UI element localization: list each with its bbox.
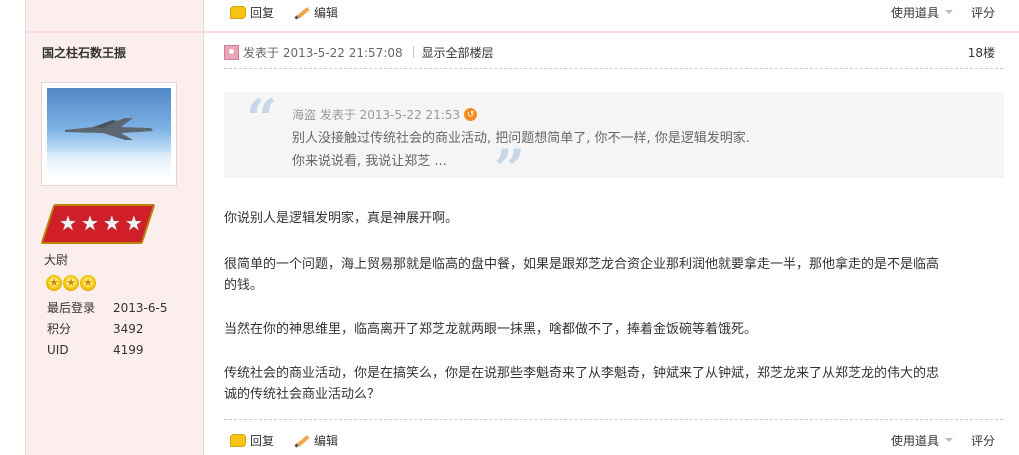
- post-paragraph: 当然在你的神思维里，临高离开了郑芝龙就两眼一抹黑，啥都做不了，捧着金饭碗等着饿死…: [224, 322, 758, 337]
- post-paragraph: 很简单的一个问题，海上贸易那就是临高的盘中餐，如果是跟郑芝龙合资企业那利润他就要…: [224, 257, 940, 272]
- edit-label: 编辑: [314, 5, 339, 20]
- star-icon: ★: [80, 211, 99, 235]
- stat-key: 积分: [47, 322, 72, 336]
- edit-label: 编辑: [314, 433, 339, 448]
- reply-button[interactable]: 回复: [230, 4, 274, 21]
- rank-badge-stars: ★ ★ ★ ★: [59, 211, 143, 235]
- rank-title[interactable]: 大尉: [44, 251, 68, 268]
- jet-icon: [65, 118, 153, 140]
- post-paragraph: 你说别人是逻辑发明家，真是神展开啊。: [224, 211, 459, 226]
- user-panel: 国之柱石数王振 ★ ★ ★ ★ 大尉 ★ ★ ★ 最后登录 2013-6-5 积…: [25, 0, 204, 455]
- star-icon: ★: [80, 275, 96, 291]
- show-all-floors-link[interactable]: 显示全部楼层: [422, 44, 494, 61]
- reply-icon: [230, 433, 246, 447]
- reply-icon: [230, 5, 246, 19]
- username[interactable]: 国之柱石数王振: [42, 44, 126, 61]
- star-icon: ★: [46, 275, 62, 291]
- edit-button[interactable]: 编辑: [294, 432, 338, 449]
- pencil-icon: [294, 433, 310, 447]
- floor-number[interactable]: 18楼: [968, 44, 995, 61]
- quote-block: “ 海盗 发表于 2013-5-22 21:53 ↺ 别人没接触过传统社会的商业…: [224, 87, 1004, 196]
- chevron-down-icon[interactable]: [944, 438, 953, 442]
- stat-key: UID: [47, 342, 69, 357]
- separator: [412, 46, 414, 58]
- avatar[interactable]: [41, 82, 177, 186]
- post-time: 发表于 2013-5-22 21:57:08: [243, 45, 403, 60]
- chevron-down-icon[interactable]: [944, 10, 953, 14]
- quote-author-time: 海盗 发表于 2013-5-22 21:53: [292, 108, 461, 122]
- star-icon: ★: [124, 211, 143, 235]
- star-icon: ★: [102, 211, 121, 235]
- rank-badge: ★ ★ ★ ★: [40, 198, 156, 246]
- post-header: 发表于 2013-5-22 21:57:08 显示全部楼层 18楼: [224, 41, 1019, 63]
- open-quote-icon: “: [246, 87, 278, 151]
- post-area: 回复 编辑 使用道具 评分 发表于 2013-5-22 21:57:08 显示全…: [205, 0, 1019, 455]
- stat-row: 最后登录 2013-6-5: [47, 297, 167, 318]
- cloud-shape: [47, 152, 171, 180]
- quote-line: 你来说说看, 我说让郑芝 ...: [292, 154, 447, 169]
- reply-label: 回复: [250, 5, 275, 20]
- reply-button[interactable]: 回复: [230, 432, 274, 449]
- stat-value: 2013-6-5: [113, 300, 168, 315]
- prev-post-tools: 使用道具 评分: [891, 4, 1019, 21]
- quote-meta: 海盗 发表于 2013-5-22 21:53 ↺: [292, 106, 478, 123]
- post-tools: 使用道具 评分: [891, 432, 1019, 449]
- stat-row: UID 4199: [47, 339, 167, 360]
- stat-row: 积分 3492: [47, 318, 167, 339]
- stat-value: 4199: [113, 342, 144, 357]
- reply-label: 回复: [250, 433, 275, 448]
- header-divider: [224, 68, 1003, 69]
- stat-key: 最后登录: [47, 301, 96, 315]
- rank-stars: ★ ★ ★: [46, 275, 96, 291]
- star-icon: ★: [59, 211, 77, 235]
- post-paragraph: 诚的传统社会商业活动么？: [224, 387, 381, 402]
- use-tools-menu[interactable]: 使用道具: [891, 4, 939, 21]
- edit-button[interactable]: 编辑: [294, 4, 338, 21]
- jump-to-post-icon[interactable]: ↺: [464, 108, 478, 121]
- rate-button[interactable]: 评分: [971, 4, 995, 21]
- rate-button[interactable]: 评分: [971, 432, 995, 449]
- post-paragraph: 的钱。: [224, 278, 264, 293]
- close-quote-icon: ”: [494, 137, 526, 201]
- avatar-image: [47, 88, 171, 180]
- user-stats: 最后登录 2013-6-5 积分 3492 UID 4199: [47, 297, 167, 360]
- online-status-icon: [224, 44, 239, 60]
- footer-divider: [224, 419, 1003, 420]
- prev-post-actions: 回复 编辑 使用道具 评分: [205, 0, 1019, 24]
- pencil-icon: [294, 5, 310, 19]
- post-paragraph: 传统社会的商业活动，你是在搞笑么，你是在说那些李魁奇来了从李魁奇，钟斌来了从钟斌…: [224, 366, 940, 381]
- star-icon: ★: [63, 275, 79, 291]
- use-tools-menu[interactable]: 使用道具: [891, 432, 939, 449]
- stat-value[interactable]: 3492: [113, 322, 144, 336]
- post-actions: 回复 编辑 使用道具 评分: [205, 428, 1019, 452]
